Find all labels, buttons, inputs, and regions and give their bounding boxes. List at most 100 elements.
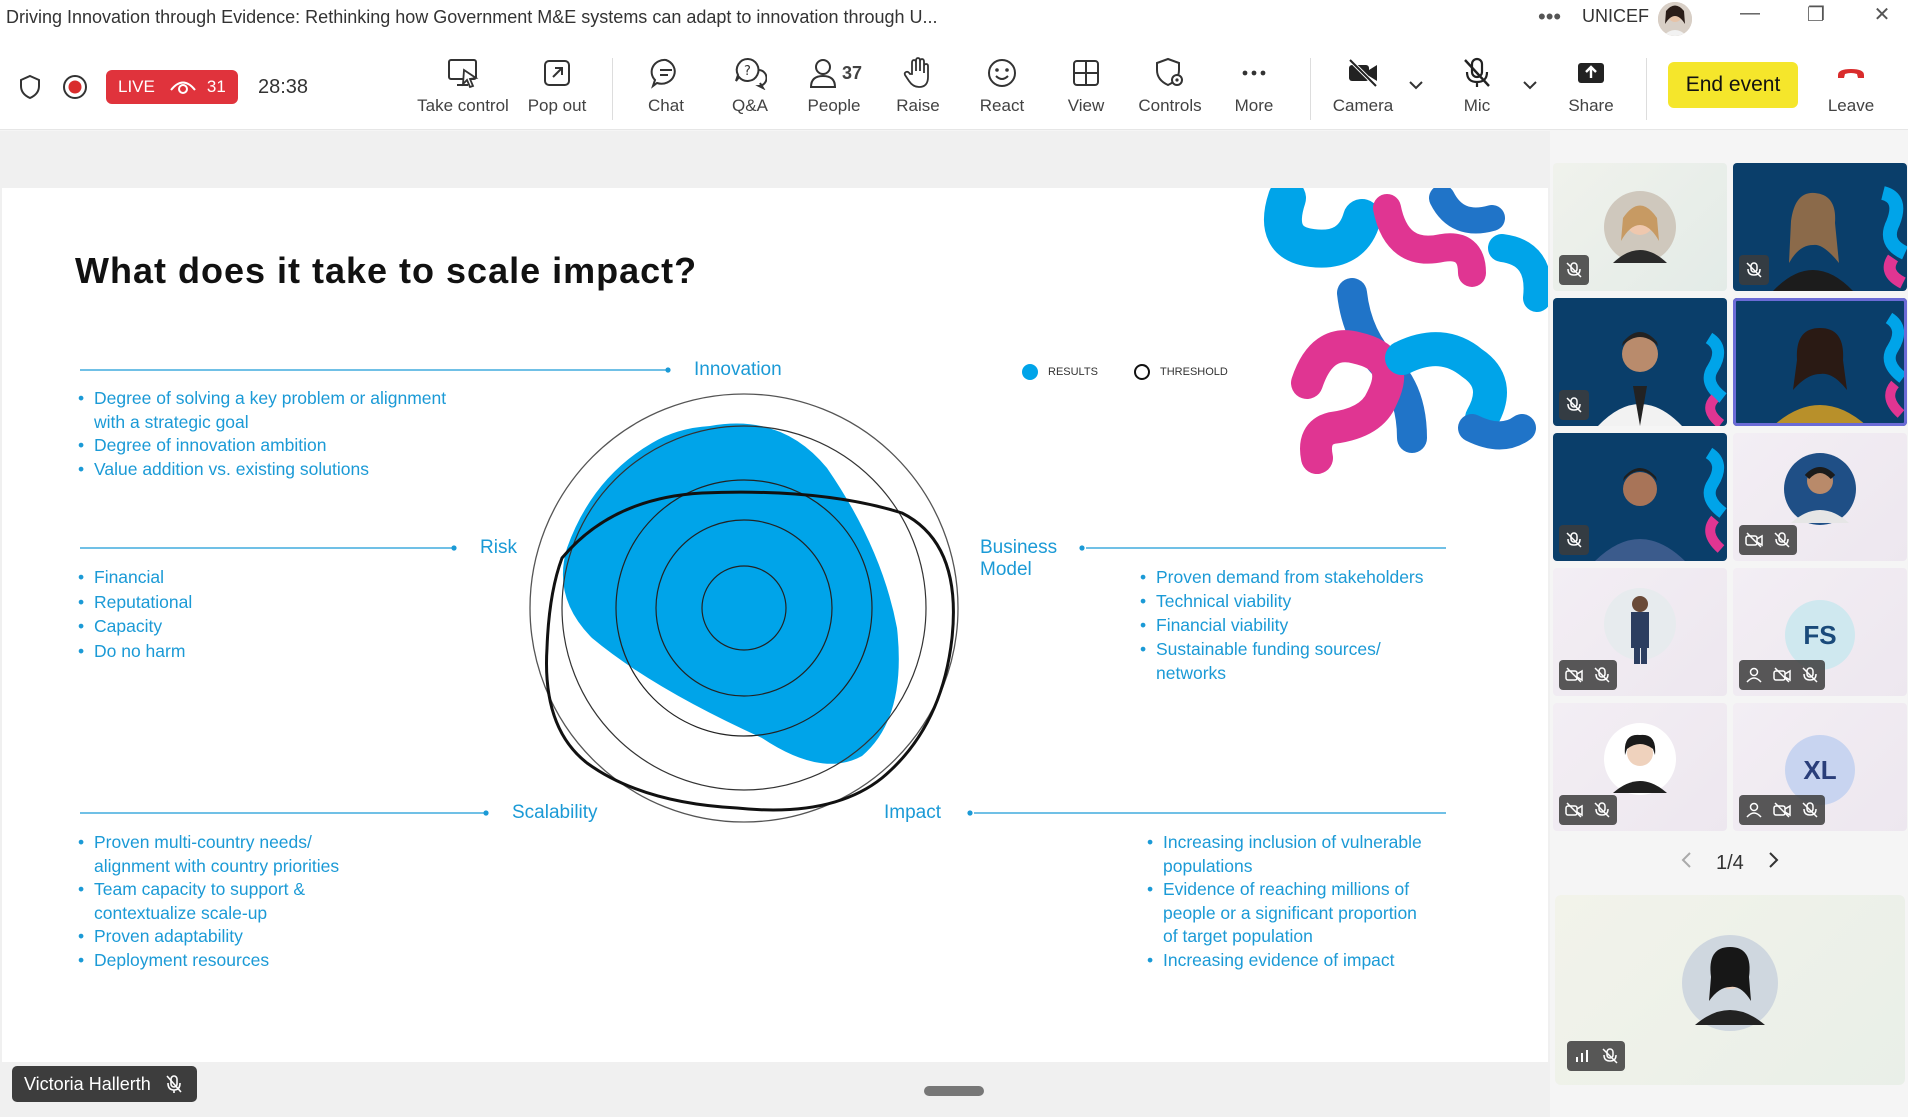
list-item-continuation: contextualize scale-up: [94, 902, 268, 923]
mic-label: Mic: [1463, 96, 1491, 115]
controls-label: Controls: [1138, 96, 1202, 115]
participant-tile[interactable]: [1733, 163, 1907, 291]
list-item: Degree of solving a key problem or align…: [78, 387, 446, 411]
self-status-badges: [1567, 1041, 1625, 1071]
self-view-tile[interactable]: [1555, 895, 1905, 1085]
camera-off-icon: [1745, 532, 1763, 548]
mic-off-icon: [1566, 262, 1582, 278]
share-label: Share: [1568, 96, 1614, 115]
participant-tile[interactable]: [1553, 298, 1727, 426]
list-item: Capacity: [78, 614, 192, 639]
share-button[interactable]: Share: [1546, 56, 1636, 116]
risk-label: Risk: [480, 537, 517, 558]
participant-tile[interactable]: [1553, 568, 1727, 696]
gallery-pager: 1/4: [1680, 850, 1780, 876]
pop-out-label: Pop out: [527, 96, 587, 115]
raise-hand-icon: [903, 57, 929, 88]
list-item-continuation: networks: [1156, 663, 1227, 683]
viewers-eye-icon: [170, 81, 196, 94]
audio-level-icon: [1576, 1050, 1588, 1062]
participant-tile[interactable]: [1553, 703, 1727, 831]
impact-label: Impact: [884, 802, 942, 823]
mic-button[interactable]: Mic: [1432, 56, 1522, 116]
mic-off-icon: [1594, 667, 1610, 683]
participant-tile[interactable]: XL: [1733, 703, 1907, 831]
svg-text:?: ?: [744, 64, 751, 79]
camera-off-icon: [1565, 667, 1583, 683]
list-item: Do no harm: [78, 639, 192, 664]
list-item: Financial: [78, 565, 192, 590]
mic-off-icon: [166, 1075, 182, 1093]
react-smiley-icon: [988, 59, 1016, 87]
people-count: 37: [841, 62, 863, 83]
participant-status-badges: [1559, 525, 1589, 555]
results-legend-marker: [1022, 364, 1038, 380]
business-model-bullets: Proven demand from stakeholders Technica…: [1140, 565, 1424, 685]
view-label: View: [1067, 96, 1105, 115]
participant-tile[interactable]: [1553, 433, 1727, 561]
controls-button[interactable]: Controls: [1125, 56, 1215, 116]
camera-off-icon: [1773, 667, 1791, 683]
mic-off-icon: [1594, 802, 1610, 818]
more-dots-icon: [1242, 70, 1266, 76]
leave-button[interactable]: Leave: [1806, 56, 1896, 116]
shield-icon[interactable]: [18, 74, 42, 105]
scalability-label: Scalability: [512, 802, 598, 823]
next-page-chevron-icon[interactable]: [1766, 850, 1780, 876]
scalability-bullets: Proven multi-country needs/ alignment wi…: [78, 831, 339, 972]
camera-button[interactable]: Camera: [1318, 56, 1408, 116]
presentation-stage: What does it take to scale impact? RESUL…: [0, 131, 1550, 1117]
list-item-continuation: alignment with country priorities: [94, 855, 340, 876]
legend-threshold-label: THRESHOLD: [1160, 366, 1228, 378]
participant-tile[interactable]: [1553, 163, 1727, 291]
participant-video: [1773, 312, 1907, 426]
close-button[interactable]: ✕: [1862, 2, 1902, 27]
end-event-button[interactable]: End event: [1668, 62, 1798, 108]
legend-threshold: THRESHOLD: [1134, 364, 1228, 380]
title-more-button[interactable]: •••: [1538, 4, 1561, 30]
participant-tile[interactable]: FS: [1733, 568, 1907, 696]
chat-label: Chat: [648, 96, 684, 115]
qa-button[interactable]: ? Q&A: [705, 56, 795, 116]
raise-hand-button[interactable]: Raise: [873, 56, 963, 116]
react-button[interactable]: React: [957, 56, 1047, 116]
prev-page-chevron-icon[interactable]: [1680, 850, 1694, 876]
legend-results: RESULTS: [1022, 364, 1098, 380]
pop-out-icon: [544, 60, 570, 86]
view-grid-icon: [1073, 60, 1099, 86]
mic-off-icon: [1566, 397, 1582, 413]
people-button[interactable]: 37 People: [789, 56, 879, 116]
participant-status-badges: [1739, 795, 1825, 825]
toolbar-divider: [612, 58, 613, 120]
radar-chart: [529, 393, 959, 823]
list-item: Sustainable funding sources/: [1140, 637, 1424, 661]
recording-icon: [62, 74, 88, 105]
view-button[interactable]: View: [1041, 56, 1131, 116]
more-button[interactable]: More: [1209, 56, 1299, 116]
mic-options-chevron-icon[interactable]: [1520, 78, 1540, 97]
share-icon: [1578, 63, 1604, 83]
mic-off-icon: [1464, 57, 1490, 87]
mic-off-icon: [1774, 532, 1790, 548]
camera-options-chevron-icon[interactable]: [1406, 78, 1426, 97]
viewer-count: 31: [206, 77, 226, 96]
list-item-continuation: populations: [1163, 855, 1253, 876]
innovation-bullets: Degree of solving a key problem or align…: [78, 387, 446, 481]
participant-status-badges: [1559, 255, 1589, 285]
stage-resize-handle[interactable]: [924, 1086, 984, 1096]
list-item: Increasing evidence of impact: [1147, 949, 1422, 973]
leave-label: Leave: [1827, 96, 1875, 115]
pop-out-button[interactable]: Pop out: [512, 56, 602, 116]
account-avatar[interactable]: [1658, 2, 1692, 36]
organization-name: UNICEF: [1582, 6, 1649, 26]
minimize-button[interactable]: —: [1730, 2, 1770, 25]
camera-off-icon: [1348, 58, 1378, 88]
participant-tile[interactable]: [1733, 433, 1907, 561]
active-speaker-tile[interactable]: [1733, 298, 1907, 426]
restore-button[interactable]: ❐: [1796, 2, 1836, 27]
chat-button[interactable]: Chat: [621, 56, 711, 116]
raise-label: Raise: [896, 96, 940, 115]
list-item-continuation: of target population: [1163, 926, 1313, 946]
take-control-button[interactable]: Take control: [417, 56, 509, 116]
toolbar-divider: [1646, 58, 1647, 120]
